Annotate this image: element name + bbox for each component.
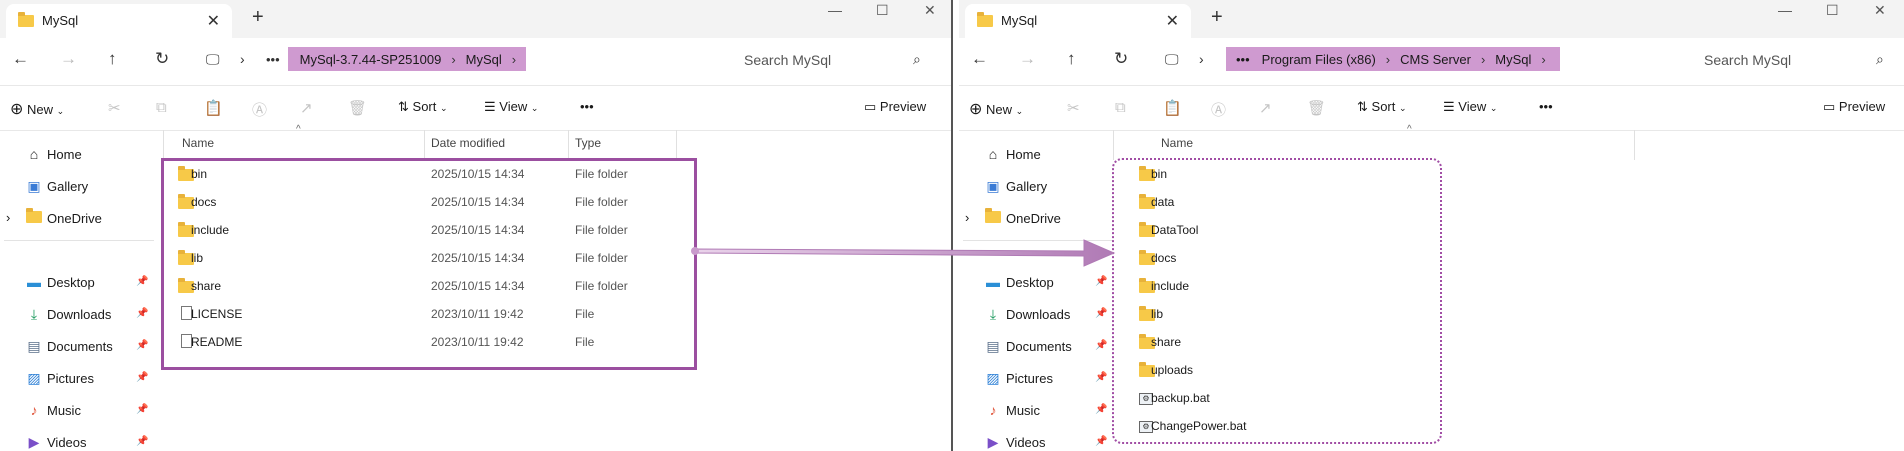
move-arrow: [693, 239, 1116, 267]
arrow-origin-dot: [691, 247, 699, 255]
arrow-overlay: [691, 239, 1116, 267]
